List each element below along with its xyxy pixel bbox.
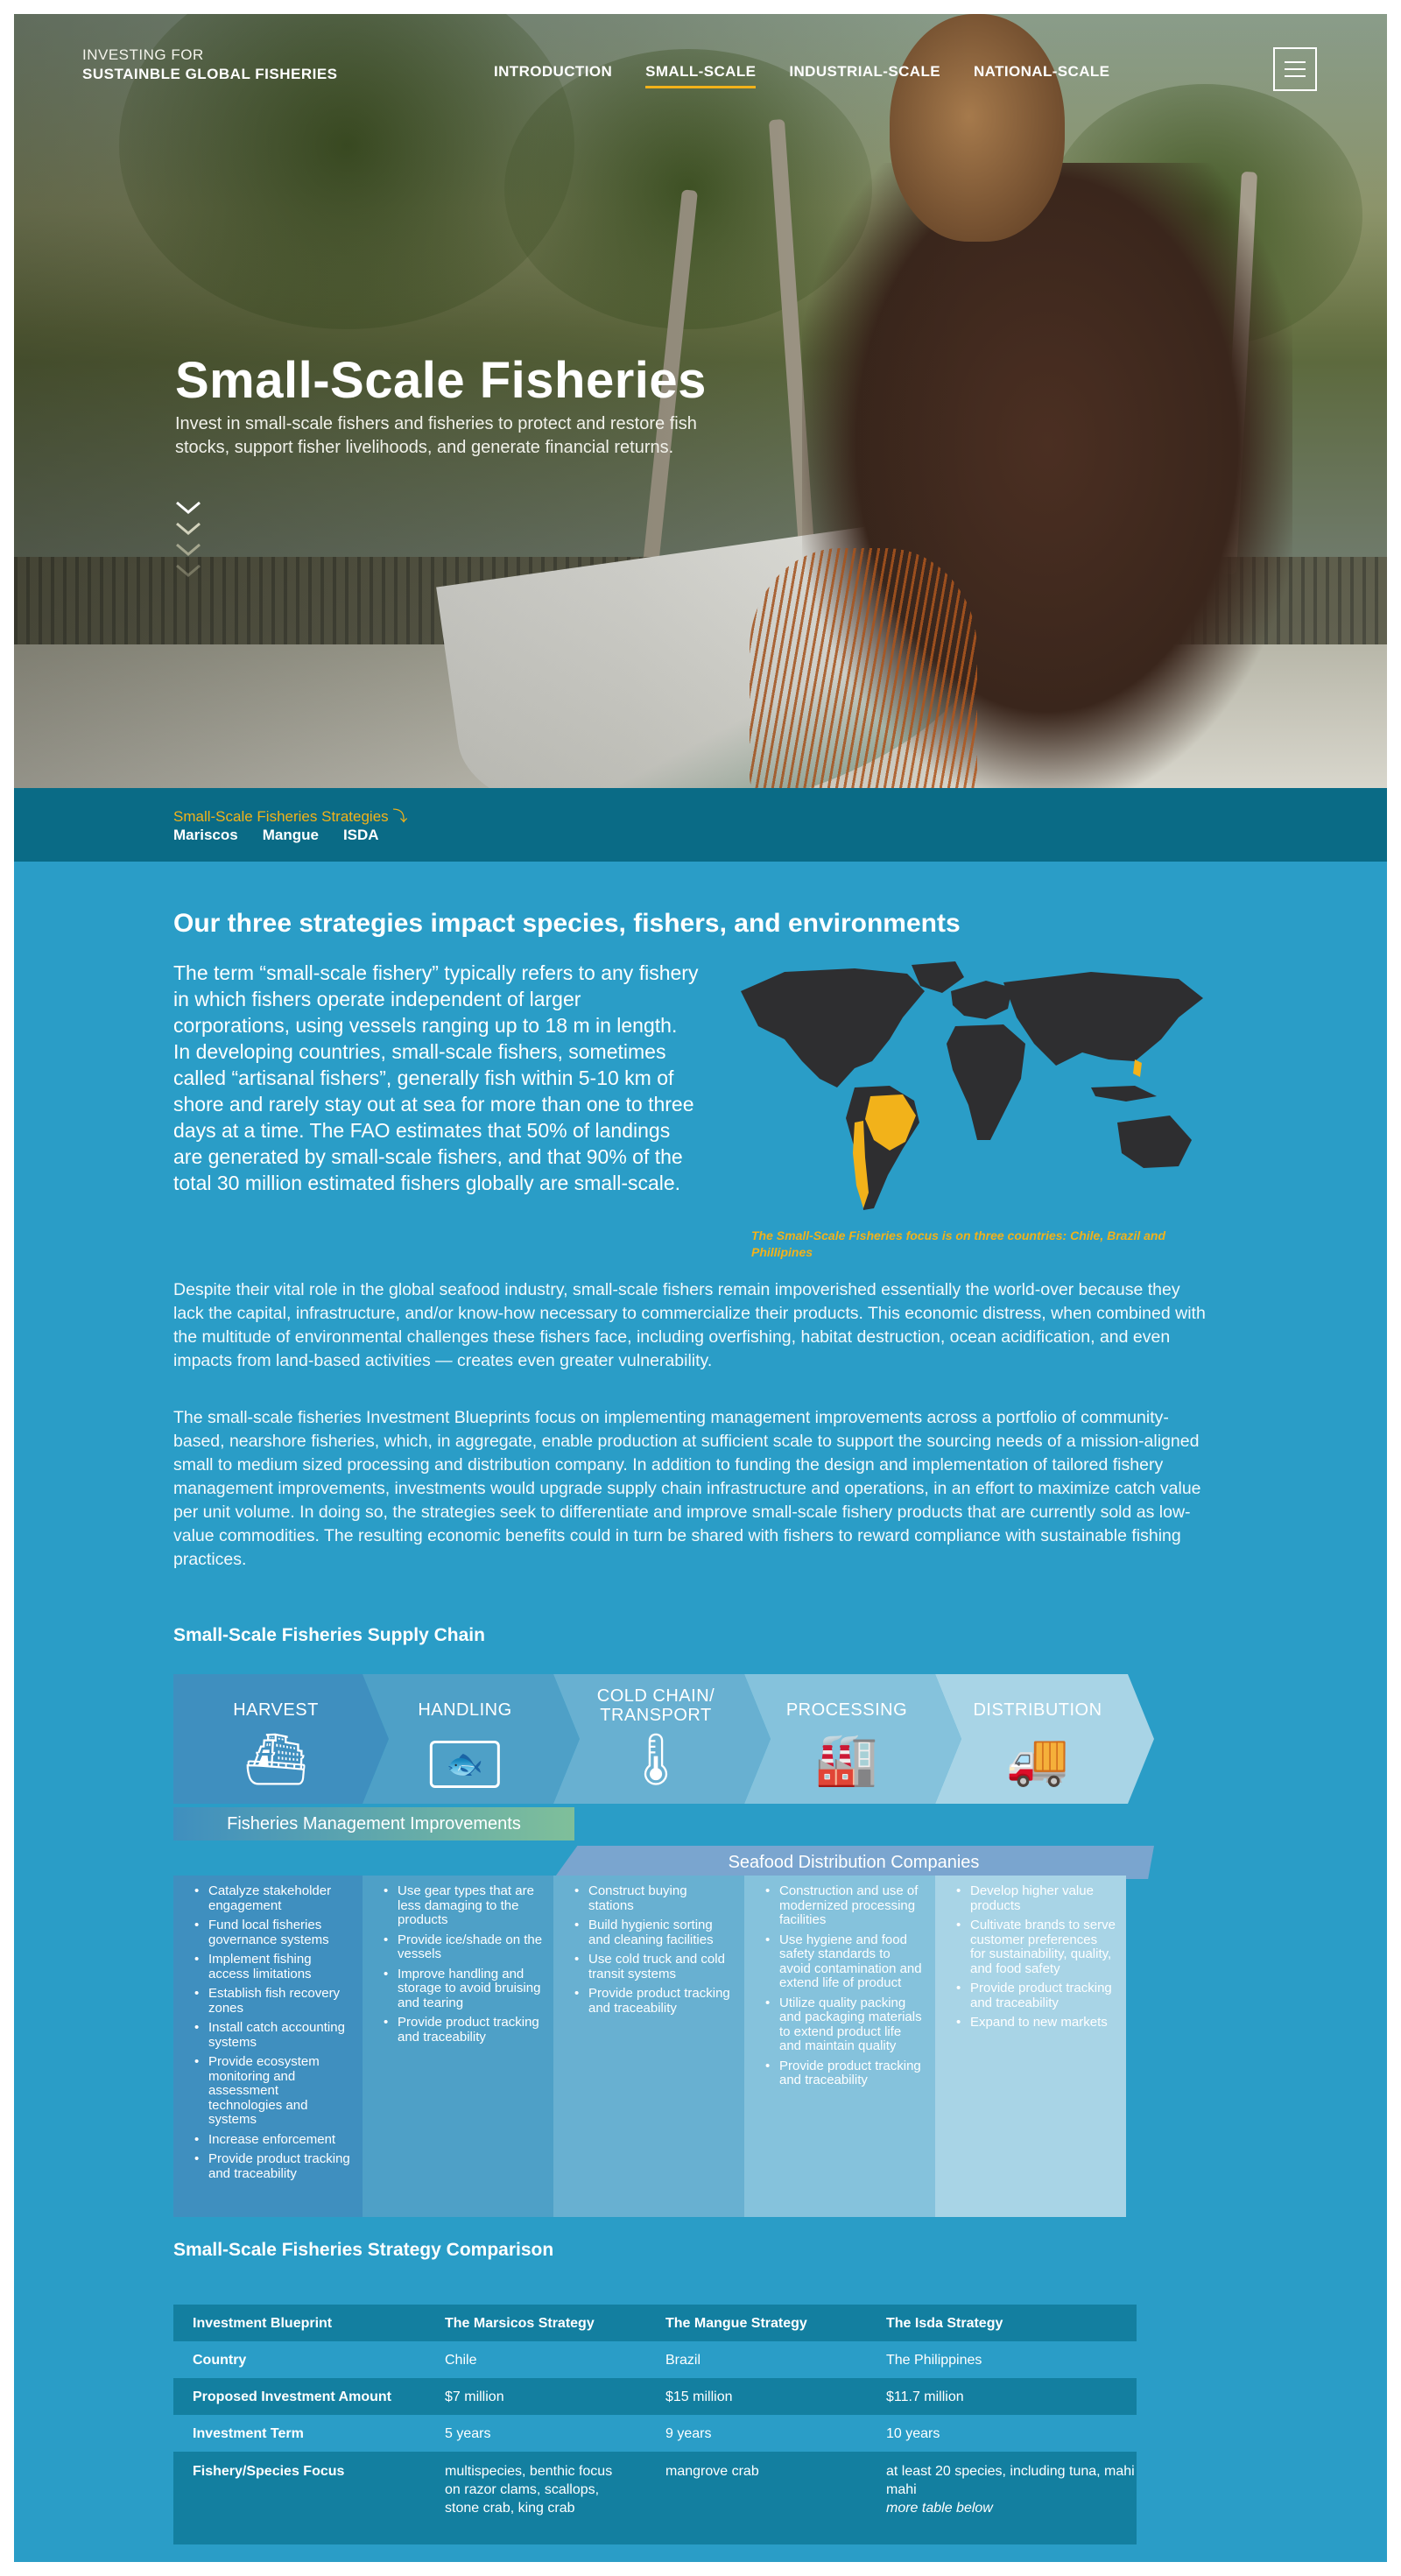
nav-national-scale[interactable]: NATIONAL-SCALE (974, 63, 1109, 88)
thermometer-icon: 🌡 (623, 1731, 688, 1788)
stage-distribution: DISTRIBUTION 🚚 (973, 1700, 1102, 1788)
factory-icon: 🏭 (814, 1731, 879, 1788)
continent-asia (1003, 972, 1203, 1066)
continent-north-america (741, 968, 925, 1087)
body-paragraph-1: Despite their vital role in the global s… (173, 1280, 1206, 1370)
table-header-row: Investment Blueprint The Marsicos Strate… (173, 2305, 1137, 2341)
brand-line2: SUSTAINBLE GLOBAL FISHERIES (82, 66, 338, 82)
column-cold-chain: Construct buying stations Build hygienic… (553, 1876, 744, 2217)
column-handling: Use gear types that are less damaging to… (363, 1876, 553, 2217)
column-processing: Construction and use of modernized proce… (744, 1876, 935, 2217)
strategies-label: Small-Scale Fisheries Strategies ⤵ (173, 808, 408, 825)
hamburger-icon (1285, 61, 1306, 63)
page-frame: INVESTING FOR SUSTAINBLE GLOBAL FISHERIE… (14, 14, 1387, 2562)
nav-small-scale[interactable]: SMALL-SCALE (645, 63, 757, 88)
boat-icon: ⛴ (243, 1731, 308, 1788)
nav-introduction[interactable]: INTRODUCTION (494, 63, 612, 88)
page-title: Small-Scale Fisheries (175, 352, 707, 409)
hero-subtitle: Invest in small-scale fishers and fisher… (175, 414, 697, 457)
hamburger-menu-button[interactable] (1273, 47, 1317, 91)
brand-line1: INVESTING FOR (82, 46, 204, 63)
fish-cooler-icon: 🐟 (429, 1741, 501, 1788)
supply-chain-heading: Small-Scale Fisheries Supply Chain (173, 1625, 485, 1645)
supply-chain-diagram: HARVEST ⛴ HANDLING 🐟 COLD CHAIN/ TRANSPO… (173, 1674, 1154, 2217)
body-paragraph-2: The small-scale fisheries Investment Blu… (173, 1408, 1201, 1569)
table-row: Investment Term 5 years 9 years 10 years (173, 2415, 1137, 2452)
continent-australia (1117, 1116, 1192, 1168)
continent-africa (947, 1024, 1025, 1140)
hero-section: INVESTING FOR SUSTAINBLE GLOBAL FISHERIE… (14, 14, 1387, 788)
map-caption: The Small-Scale Fisheries focus is on th… (751, 1228, 1166, 1259)
seafood-distribution-bar: Seafood Distribution Companies (553, 1846, 1154, 1879)
strategy-link-isda[interactable]: ISDA (343, 827, 379, 844)
site-brand[interactable]: INVESTING FOR SUSTAINBLE GLOBAL FISHERIE… (82, 46, 338, 84)
strategies-subnav: Small-Scale Fisheries Strategies ⤵ Maris… (14, 788, 1387, 862)
highlight-philippines (1133, 1059, 1142, 1077)
table-row: Fishery/Species Focus multispecies, bent… (173, 2452, 1137, 2544)
comparison-heading: Small-Scale Fisheries Strategy Compariso… (173, 2240, 554, 2260)
section-heading: Our three strategies impact species, fis… (173, 909, 961, 938)
stage-handling: HANDLING 🐟 (363, 1674, 567, 1804)
stage-cold-chain: COLD CHAIN/ TRANSPORT 🌡 (596, 1686, 715, 1788)
world-map (741, 961, 1203, 1210)
nav-industrial-scale[interactable]: INDUSTRIAL-SCALE (789, 63, 940, 88)
stage-harvest: HARVEST ⛴ (233, 1700, 319, 1788)
strategy-link-mangue[interactable]: Mangue (263, 827, 319, 844)
column-harvest: Catalyze stakeholder engagement Fund loc… (173, 1876, 363, 2217)
truck-icon: 🚚 (1005, 1731, 1070, 1788)
top-nav: INTRODUCTION SMALL-SCALE INDUSTRIAL-SCAL… (494, 63, 1109, 88)
scroll-down-chevron-icon[interactable] (175, 501, 210, 585)
strategy-link-mariscos[interactable]: Mariscos (173, 827, 238, 844)
continent-europe (951, 981, 1012, 1019)
stage-processing: PROCESSING 🏭 (785, 1700, 908, 1788)
column-distribution: Develop higher value products Cultivate … (935, 1876, 1126, 2217)
table-row: Country Chile Brazil The Philippines (173, 2341, 1137, 2378)
fisheries-management-bar: Fisheries Management Improvements (173, 1807, 574, 1841)
table-row: Proposed Investment Amount $7 million $1… (173, 2378, 1137, 2415)
lead-paragraph: The term “small-scale fishery” typically… (173, 961, 699, 1194)
more-table-link[interactable]: more table below (886, 2501, 993, 2516)
